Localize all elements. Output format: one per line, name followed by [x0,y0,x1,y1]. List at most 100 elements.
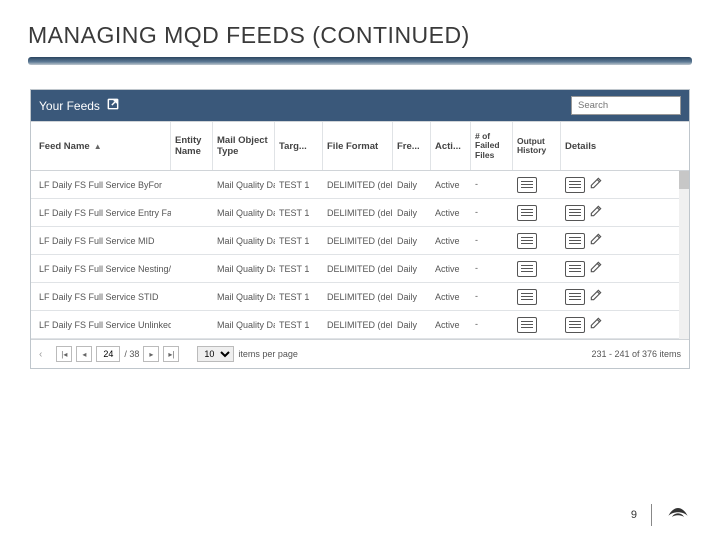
cell-feed-name: LF Daily FS Full Service Nesting/Sort... [31,258,171,280]
cell-entity [171,319,213,331]
col-target[interactable]: Targ... [275,122,323,170]
col-mail-object-type[interactable]: Mail Object Type [213,122,275,170]
edit-icon[interactable] [589,316,603,333]
per-page-select[interactable]: 10 [197,346,234,362]
cell-failed: - [471,230,513,252]
cell-active: Active [431,314,471,336]
column-headers: Feed Name ▲ Entity Name Mail Object Type… [31,121,689,171]
list-icon[interactable] [565,177,585,193]
cell-output-history [513,313,561,337]
table-row: LF Daily FS Full Service Nesting/Sort...… [31,255,689,283]
cell-details [561,228,689,253]
col-output-history[interactable]: Output History [513,122,561,170]
prev-page-button[interactable]: ◂ [76,346,92,362]
edit-icon[interactable] [589,176,603,193]
col-feed-label: Feed Name [39,141,90,152]
per-page-label: items per page [238,349,298,359]
cell-feed-name: LF Daily FS Full Service STID [31,286,171,308]
page-input[interactable] [96,346,120,362]
sort-asc-icon: ▲ [94,142,102,151]
feeds-panel: Your Feeds Feed Name ▲ Entity Name Mail … [30,89,690,369]
cell-entity [171,291,213,303]
cell-failed: - [471,202,513,224]
list-icon[interactable] [565,261,585,277]
cell-failed: - [471,258,513,280]
col-frequency[interactable]: Fre... [393,122,431,170]
cell-target: TEST 1 [275,202,323,224]
search-input[interactable] [571,96,681,115]
scroll-left-icon[interactable]: ‹ [39,349,42,360]
cell-target: TEST 1 [275,258,323,280]
table-row: LF Daily FS Full Service ByForMail Quali… [31,171,689,199]
cell-target: TEST 1 [275,286,323,308]
col-feed-name[interactable]: Feed Name ▲ [31,122,171,170]
last-page-button[interactable]: ▸| [163,346,179,362]
col-active[interactable]: Acti... [431,122,471,170]
cell-feed-name: LF Daily FS Full Service MID [31,230,171,252]
list-icon[interactable] [517,317,537,333]
edit-icon[interactable] [589,288,603,305]
col-failed-files[interactable]: # of Failed Files [471,122,513,170]
cell-file-format: DELIMITED (deli... [323,202,393,224]
col-details[interactable]: Details [561,122,689,170]
list-icon[interactable] [565,205,585,221]
pager: ‹ |◂ ◂ / 38 ▸ ▸| 10 items per page 231 -… [31,339,689,368]
cell-output-history [513,201,561,225]
cell-target: TEST 1 [275,174,323,196]
first-page-button[interactable]: |◂ [56,346,72,362]
cell-file-format: DELIMITED (del... [323,174,393,196]
cell-feed-name: LF Daily FS Full Service Unlinked Copal [31,314,171,336]
cell-output-history [513,257,561,281]
cell-active: Active [431,258,471,280]
list-icon[interactable] [517,289,537,305]
cell-details [561,256,689,281]
cell-entity [171,179,213,191]
panel-header: Your Feeds [31,90,689,121]
cell-file-format: DELIMITED (del... [323,314,393,336]
cell-active: Active [431,202,471,224]
scrollbar-thumb[interactable] [679,171,689,189]
cell-feed-name: LF Daily FS Full Service Entry Facility [31,202,171,224]
cell-failed: - [471,314,513,336]
cell-failed: - [471,174,513,196]
cell-active: Active [431,230,471,252]
table-row: LF Daily FS Full Service Entry Facility M… [31,199,689,227]
cell-feed-name: LF Daily FS Full Service ByFor [31,174,171,196]
cell-mail-object-type: Mail Quality Data [213,286,275,308]
list-icon[interactable] [565,317,585,333]
cell-details [561,312,689,337]
page-number: 9 [631,509,637,521]
cell-mail-object-type: Mail Quality Data [213,314,275,336]
scrollbar-track[interactable] [679,171,689,339]
cell-entity [171,263,213,275]
eagle-logo-icon [666,505,690,526]
list-icon[interactable] [565,289,585,305]
cell-file-format: DELIMITED (del... [323,258,393,280]
title-underline [28,57,692,65]
edit-icon[interactable] [589,232,603,249]
next-page-button[interactable]: ▸ [143,346,159,362]
cell-mail-object-type: Mail Quality Data [213,202,275,224]
edit-icon[interactable] [589,260,603,277]
list-icon[interactable] [517,233,537,249]
list-icon[interactable] [517,205,537,221]
cell-target: TEST 1 [275,230,323,252]
footer-divider [651,504,652,526]
col-file-format[interactable]: File Format [323,122,393,170]
cell-output-history [513,285,561,309]
col-entity[interactable]: Entity Name [171,122,213,170]
cell-frequency: Daily [393,314,431,336]
cell-active: Active [431,174,471,196]
list-icon[interactable] [517,261,537,277]
cell-details [561,172,689,197]
cell-frequency: Daily [393,286,431,308]
edit-icon[interactable] [589,204,603,221]
external-link-icon[interactable] [106,97,120,114]
total-pages: / 38 [124,349,139,359]
slide-footer: 9 [631,504,690,526]
pager-left: ‹ |◂ ◂ / 38 ▸ ▸| 10 items per page [39,346,298,362]
list-icon[interactable] [565,233,585,249]
cell-details [561,284,689,309]
list-icon[interactable] [517,177,537,193]
panel-title-group: Your Feeds [39,97,120,114]
